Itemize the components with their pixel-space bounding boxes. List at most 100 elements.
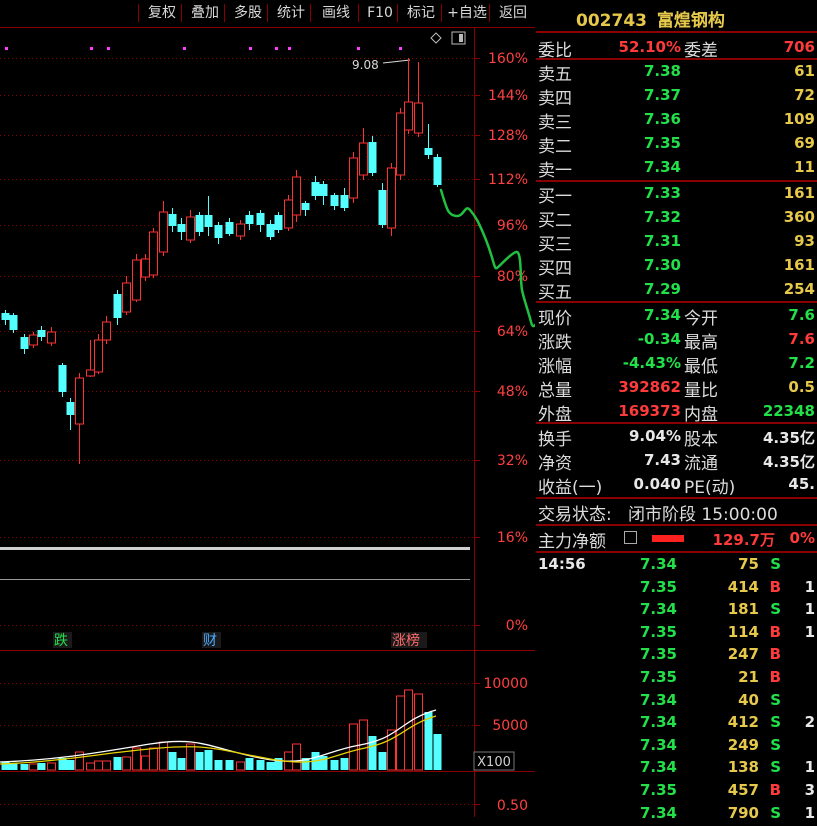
tick-count: 1 bbox=[804, 577, 815, 596]
tick-side: B bbox=[769, 645, 781, 664]
bid-volume: 93 bbox=[794, 232, 815, 250]
bid-price: 7.32 bbox=[643, 208, 681, 226]
price-axis-label: 112% bbox=[488, 172, 528, 188]
price-axis-label: 96% bbox=[497, 218, 528, 234]
up-candle-body bbox=[292, 176, 301, 216]
tick-count: 2 bbox=[804, 713, 815, 732]
tick-volume: 21 bbox=[738, 668, 759, 686]
quote-label: 量比 bbox=[684, 381, 718, 401]
quote-value: 7.34 bbox=[643, 306, 681, 324]
main-flow-detail-icon[interactable] bbox=[624, 531, 637, 544]
up-candle-body bbox=[132, 259, 141, 301]
tick-row: 7.34 249 S bbox=[536, 736, 817, 758]
down-volume-bar bbox=[245, 758, 254, 770]
up-volume-bar bbox=[149, 747, 158, 771]
tick-price: 7.35 bbox=[639, 577, 677, 596]
tick-row: 7.35 414 B 1 bbox=[536, 578, 817, 600]
price-axis-label: 0% bbox=[506, 618, 528, 634]
ask-price: 7.36 bbox=[643, 110, 681, 128]
fund-label: 流通 bbox=[684, 454, 718, 474]
down-candle-body bbox=[319, 184, 328, 196]
down-volume-bar bbox=[424, 712, 433, 770]
tick-side: B bbox=[769, 577, 781, 596]
up-candle-body bbox=[149, 231, 158, 276]
up-candle-body bbox=[122, 282, 131, 313]
tick-row: 7.34 181 S 1 bbox=[536, 600, 817, 622]
tick-volume: 181 bbox=[727, 600, 759, 619]
down-candle-body bbox=[113, 294, 122, 318]
price-axis-label: 48% bbox=[497, 384, 528, 400]
up-candle-body bbox=[29, 334, 38, 346]
quote-value: 169373 bbox=[618, 402, 681, 420]
event-marker bbox=[5, 47, 8, 50]
tick-row: 7.35 457 B 3 bbox=[536, 781, 817, 803]
event-marker bbox=[90, 47, 93, 50]
ask-price: 7.35 bbox=[643, 134, 681, 152]
tick-price: 7.34 bbox=[639, 690, 677, 709]
tick-price: 7.35 bbox=[639, 781, 677, 799]
up-volume-bar bbox=[159, 741, 168, 771]
main-flow-value: 129.7万 bbox=[712, 531, 775, 549]
up-candle-body bbox=[414, 102, 423, 134]
tick-side: S bbox=[770, 690, 781, 709]
tick-row: 7.35 114 B 1 bbox=[536, 623, 817, 645]
bid-volume: 254 bbox=[783, 280, 815, 298]
up-candle-body bbox=[387, 167, 396, 229]
quote-value: 392862 bbox=[618, 378, 681, 396]
up-candle-body bbox=[86, 369, 95, 377]
tick-count: 1 bbox=[804, 758, 815, 777]
bid-volume: 161 bbox=[783, 184, 815, 202]
up-candle-body bbox=[102, 321, 111, 341]
diamond-icon[interactable] bbox=[430, 32, 442, 44]
window-icon-fill bbox=[459, 34, 463, 42]
up-volume-bar bbox=[29, 763, 38, 771]
tick-volume: 414 bbox=[727, 577, 759, 596]
quote-value: 0.5 bbox=[788, 378, 815, 396]
bid-price: 7.33 bbox=[643, 184, 681, 202]
window-icon[interactable] bbox=[451, 31, 466, 45]
bid-price: 7.29 bbox=[643, 280, 681, 298]
high-marker-arrow bbox=[382, 59, 411, 64]
down-candle-body bbox=[1, 313, 10, 320]
tick-row: 7.34 138 S 1 bbox=[536, 758, 817, 780]
ask-volume: 69 bbox=[794, 134, 815, 152]
tick-row: 7.34 40 S bbox=[536, 691, 817, 713]
down-candle-body bbox=[37, 330, 46, 337]
quote-panel: 002743 富煌钢构 委比 52.10% 委差 706 卖五 7.38 61 卖四 7… bbox=[536, 0, 817, 822]
down-candle-body bbox=[204, 215, 213, 227]
order-diff-value: 706 bbox=[783, 38, 815, 56]
up-candle-body bbox=[396, 112, 405, 176]
quote-label: 今开 bbox=[684, 309, 718, 329]
down-candle-body bbox=[368, 142, 377, 173]
tick-volume: 412 bbox=[727, 713, 759, 732]
ask-label: 卖二 bbox=[538, 137, 572, 157]
down-candle-body bbox=[330, 195, 339, 206]
down-volume-bar bbox=[433, 734, 442, 770]
down-volume-bar bbox=[225, 760, 234, 770]
tick-row: 7.35 247 B bbox=[536, 645, 817, 667]
kline-chart[interactable]: 160% 144% 128% 112% 96% 80% 64% 48% 32% 16% 0% 9.08… bbox=[0, 0, 535, 817]
fund-value: 4.35亿 bbox=[762, 453, 815, 471]
up-volume-bar bbox=[141, 755, 150, 771]
tick-row: 14:56 7.34 75 S bbox=[536, 555, 817, 577]
event-marker bbox=[249, 47, 252, 50]
up-volume-bar bbox=[102, 760, 111, 771]
quote-value: 22348 bbox=[762, 402, 815, 420]
down-candle-body bbox=[66, 402, 75, 415]
fund-label: PE(动) bbox=[684, 478, 736, 498]
stock-code: 002743 bbox=[576, 11, 647, 31]
up-candle-body bbox=[349, 157, 358, 199]
tick-row: 7.34 412 S 2 bbox=[536, 713, 817, 735]
down-volume-bar bbox=[340, 758, 349, 770]
quote-label: 总量 bbox=[538, 381, 572, 401]
event-marker bbox=[183, 47, 186, 50]
up-candle-body bbox=[186, 216, 195, 241]
up-candle-body bbox=[404, 101, 413, 131]
tick-volume: 457 bbox=[727, 781, 759, 799]
down-volume-bar bbox=[330, 760, 339, 770]
tick-price: 7.35 bbox=[639, 668, 677, 686]
tick-volume: 247 bbox=[727, 645, 759, 664]
down-candle-body bbox=[168, 214, 177, 226]
tick-side: B bbox=[769, 622, 781, 641]
down-candle-body bbox=[225, 222, 234, 234]
